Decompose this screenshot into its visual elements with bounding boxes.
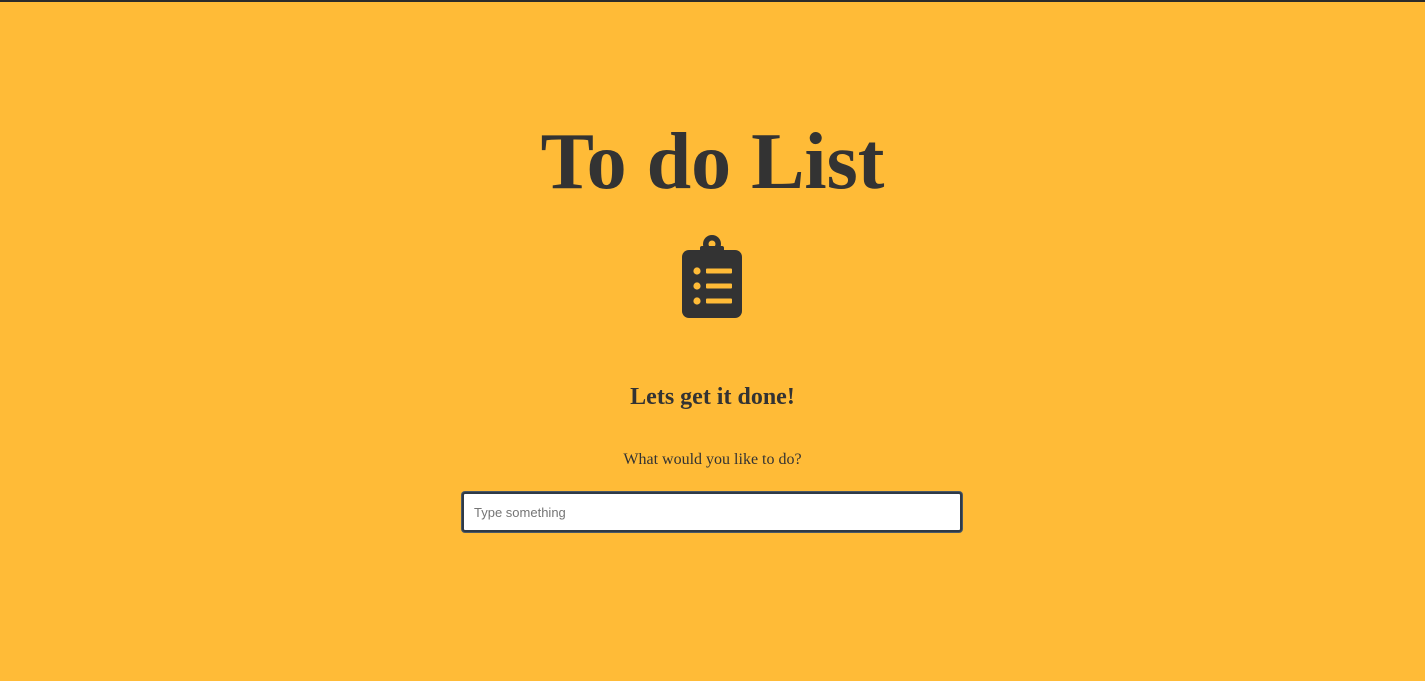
clipboard-list-icon	[682, 235, 742, 318]
page-title: To do List	[540, 118, 885, 206]
todo-app: To do List Lets get it done! What would …	[0, 2, 1425, 681]
task-input[interactable]	[462, 492, 962, 532]
input-prompt-label: What would you like to do?	[623, 451, 802, 468]
subtitle: Lets get it done!	[630, 384, 795, 410]
